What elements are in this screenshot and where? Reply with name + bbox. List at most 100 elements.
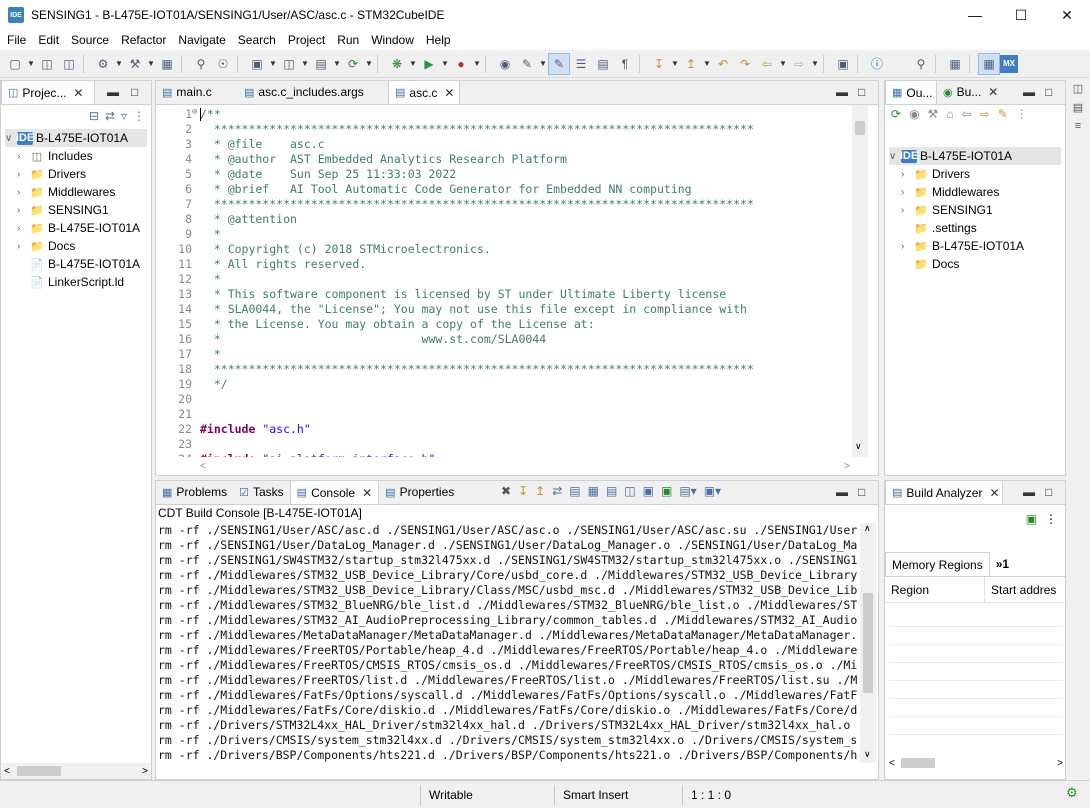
maximize-icon[interactable]: □ (858, 85, 865, 99)
filter-icon[interactable]: ▿ (121, 109, 127, 123)
tree-item-drivers[interactable]: › 📁 Drivers (5, 165, 147, 183)
list-icon[interactable]: ≡ (1075, 120, 1081, 132)
restore-icon[interactable]: ◫ (1073, 82, 1083, 95)
chevron-down-icon[interactable]: ▼ (332, 53, 342, 75)
scrollbar-thumb[interactable] (855, 121, 865, 135)
new-console-icon[interactable]: ▣ (661, 484, 672, 498)
tab-asc-c[interactable]: ▤ asc.c ✕ (388, 80, 460, 104)
fold-toggle-icon[interactable]: ⊖ (192, 107, 197, 117)
chevron-down-icon[interactable]: ▼ (440, 53, 450, 75)
tree-item-linkerscript[interactable]: 📄 LinkerScript.ld (5, 273, 147, 291)
tree-item-docs[interactable]: 📁 Docs (889, 255, 1061, 273)
search-icon[interactable]: ⚲ (910, 53, 932, 75)
menu-project[interactable]: Project (283, 33, 330, 47)
chevron-down-icon[interactable]: ∨ (864, 749, 871, 760)
last-edit-icon[interactable]: ↶ (712, 53, 734, 75)
view-menu-icon[interactable]: ⋮ (1016, 107, 1028, 143)
back-icon[interactable]: ⇦ (962, 107, 972, 143)
tree-root[interactable]: ∨ IDE B-L475E-IOT01A (5, 129, 147, 147)
menu-help[interactable]: Help (421, 33, 456, 47)
chevron-down-icon[interactable]: ▼ (26, 53, 36, 75)
chevron-down-icon[interactable]: ▼ (364, 53, 374, 75)
update-icon[interactable]: ⚙ (1066, 785, 1078, 801)
chevron-left-icon[interactable]: < (889, 758, 895, 769)
menu-refactor[interactable]: Refactor (116, 33, 171, 47)
clear-console-icon[interactable]: ✖ (501, 484, 511, 498)
external-tools-icon[interactable]: ● (450, 53, 472, 75)
collapse-all-icon[interactable]: ⊟ (89, 109, 99, 123)
minimize-icon[interactable]: ▬ (836, 485, 848, 499)
menu-edit[interactable]: Edit (33, 33, 64, 47)
next-annotation-icon[interactable]: ↧ (648, 53, 670, 75)
minimize-button[interactable]: — (952, 0, 998, 30)
new-icon[interactable]: ▢ (4, 53, 26, 75)
maximize-icon[interactable]: □ (1045, 85, 1052, 99)
chevron-right-icon[interactable]: > (1057, 758, 1063, 769)
chevron-up-icon[interactable]: ∧ (864, 523, 871, 534)
link-editor-icon[interactable]: ⇄ (105, 109, 115, 123)
chevron-left-icon[interactable]: < (1, 766, 13, 777)
horizontal-scrollbar[interactable]: < > (1, 763, 151, 779)
mx-perspective-icon[interactable]: MX (1000, 54, 1018, 73)
refresh-icon[interactable]: ▣ (1026, 512, 1037, 526)
debug-attach-icon[interactable]: ☉ (212, 53, 234, 75)
chevron-down-icon[interactable]: ▼ (268, 53, 278, 75)
chevron-right-icon[interactable]: > (142, 766, 151, 777)
display-console-icon[interactable]: ▤▾ (679, 484, 696, 498)
tab-problems[interactable]: ▦ Problems (156, 480, 233, 504)
chevron-right-icon[interactable]: › (901, 241, 913, 252)
back-icon[interactable]: ⇦ (756, 53, 778, 75)
tab-main-c[interactable]: ▤ main.c (156, 80, 238, 104)
toggle-highlight-icon[interactable]: ▤ (592, 53, 614, 75)
build-icon[interactable]: ⟳ (891, 107, 901, 143)
menu-run[interactable]: Run (332, 33, 364, 47)
minimize-icon[interactable]: ▬ (1023, 485, 1035, 499)
chevron-right-icon[interactable]: › (17, 241, 29, 252)
chevron-down-icon[interactable]: ▼ (702, 53, 712, 75)
chevron-right-icon[interactable]: › (17, 205, 29, 216)
menu-file[interactable]: File (2, 33, 31, 47)
new-folder-icon[interactable]: ◫ (278, 53, 300, 75)
toggle-block-icon[interactable]: ☰ (570, 53, 592, 75)
chevron-down-icon[interactable]: ▼ (810, 53, 820, 75)
tab-asc-includes-args[interactable]: ▤ asc.c_includes.args (238, 80, 388, 104)
debug-bug-icon[interactable]: ❋ (386, 53, 408, 75)
sweep-icon[interactable]: ✎ (998, 107, 1008, 143)
chevron-right-icon[interactable]: › (17, 151, 29, 162)
view-menu-icon[interactable]: ⋮ (1045, 512, 1057, 526)
tree-item-middlewares[interactable]: › 📁 Middlewares (5, 183, 147, 201)
run-icon[interactable]: ▶ (418, 53, 440, 75)
tree-item-board-folder[interactable]: › 📁 B-L475E-IOT01A (889, 237, 1061, 255)
chevron-left-icon[interactable]: < (200, 461, 206, 472)
new-project-icon[interactable]: ▣ (246, 53, 268, 75)
scroll-lock-icon[interactable]: ⇄ (552, 484, 562, 498)
column-region[interactable]: Region (885, 576, 985, 603)
search-tool-icon[interactable]: ⚲ (190, 53, 212, 75)
view-menu-icon[interactable]: ⋮ (133, 109, 145, 123)
open-type-icon[interactable]: ◉ (494, 53, 516, 75)
tree-root[interactable]: ∨ IDE B-L475E-IOT01A (889, 147, 1061, 165)
pin-console-icon[interactable]: ▣ (643, 484, 654, 498)
chevron-down-icon[interactable]: ▼ (670, 53, 680, 75)
menu-source[interactable]: Source (66, 33, 114, 47)
tree-item-middlewares[interactable]: › 📁 Middlewares (889, 183, 1061, 201)
chevron-right-icon[interactable]: › (901, 187, 913, 198)
chevron-down-icon[interactable]: ▼ (146, 53, 156, 75)
tree-item-settings[interactable]: 📁 .settings (889, 219, 1061, 237)
tab-more[interactable]: »1 (990, 552, 1015, 576)
menu-search[interactable]: Search (233, 33, 281, 47)
console-output[interactable]: rm -rf ./SENSING1/User/ASC/asc.d ./SENSI… (158, 523, 858, 763)
show-console-icon[interactable]: ▦ (588, 484, 599, 498)
minimize-icon[interactable]: ▬ (1023, 85, 1035, 99)
chevron-down-icon[interactable]: ▼ (472, 53, 482, 75)
word-wrap-icon[interactable]: ▤ (569, 484, 580, 498)
binary-icon[interactable]: ▦ (156, 53, 178, 75)
prev-annotation-icon[interactable]: ↥ (680, 53, 702, 75)
open-console-icon[interactable]: ▣▾ (704, 484, 721, 498)
minimize-icon[interactable]: ▬ (836, 85, 848, 99)
close-icon[interactable]: ✕ (362, 486, 372, 500)
show-whitespace-icon[interactable]: ¶ (614, 53, 636, 75)
home-icon[interactable]: ⌂ (946, 107, 953, 143)
horizontal-scrollbar[interactable]: < > (200, 459, 850, 473)
chevron-down-icon[interactable]: ▼ (408, 53, 418, 75)
